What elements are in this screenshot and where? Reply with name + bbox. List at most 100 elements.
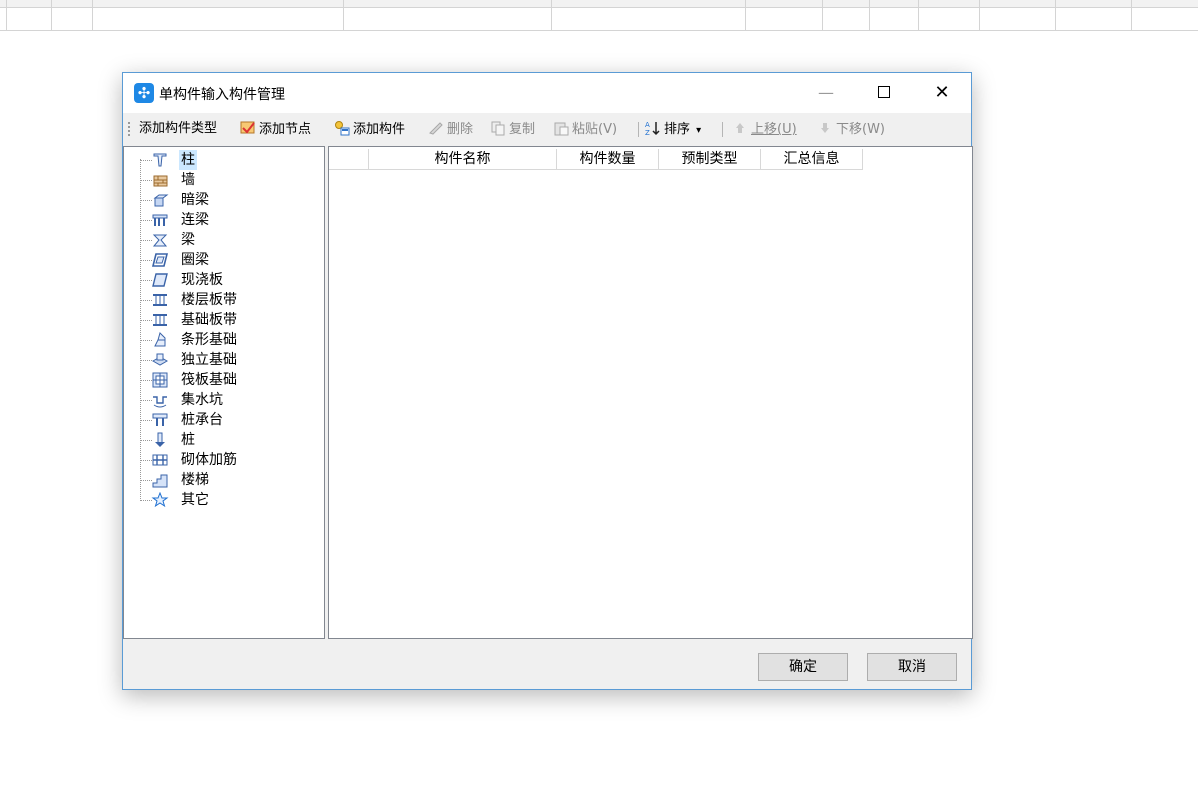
minimize-button[interactable]: — [803,73,849,113]
tree-connector [140,440,152,441]
sheet-gridline [979,0,980,30]
tree-item-label: 现浇板 [181,272,223,288]
move-up-label: 上移(U) [751,122,797,137]
tree-connector [140,340,152,341]
stair-icon [151,472,169,488]
paste-icon [553,120,569,136]
tree-connector [140,500,152,501]
cast-slab-icon [151,272,169,288]
copy-label: 复制 [509,122,536,137]
wall-icon [151,172,169,188]
add-component-icon [334,120,350,136]
sheet-row [0,8,1198,31]
add-component-button[interactable]: 添加构件 [334,120,405,138]
tree-item-label: 圈梁 [181,252,209,268]
tree-connector [140,159,141,499]
tree-item-label: 独立基础 [181,352,237,368]
tree-connector [140,260,152,261]
tree-item-label: 筏板基础 [181,372,237,388]
sort-button[interactable]: AZ 排序 ▾ [645,120,701,138]
arrow-up-icon [732,120,748,136]
add-component-label: 添加构件 [353,122,406,137]
copy-button[interactable]: 复制 [490,120,535,138]
tree-item-label: 桩承台 [181,412,223,428]
svg-text:Z: Z [645,129,650,136]
sheet-gridline [92,0,93,30]
add-node-label: 添加节点 [259,122,312,137]
toolbar-separator [722,122,723,137]
component-type-tree[interactable]: 柱墙暗梁 连梁梁圈梁 现浇板 楼层板带 基础板带 条形基础 独立基础 筏板基础 集水坑 桩承台桩砌… [123,146,325,639]
column-header-summary[interactable]: 汇总信息 [761,149,863,170]
tree-item-label: 基础板带 [181,312,237,328]
add-type-button[interactable]: 添加构件类型 [139,120,217,138]
paste-button[interactable]: 粘贴(V) [553,120,617,138]
ok-button[interactable]: 确定 [758,653,848,681]
raft-foundation-icon [151,372,169,388]
tree-item-label: 其它 [181,492,209,508]
sheet-gridline [343,0,344,30]
sump-pit-icon [151,392,169,408]
component-table[interactable]: 构件名称 构件数量 预制类型 汇总信息 [328,146,973,639]
component-manager-dialog: ✣ 单构件输入构件管理 — ✕ 添加构件类型 添加节点 添加构件 删除 复制 粘… [122,72,973,690]
tree-item-label: 砌体加筋 [181,452,237,468]
foundation-strip-icon [151,312,169,328]
tree-item-label: 集水坑 [181,392,223,408]
tree-item-label: 墙 [181,172,195,188]
tree-item-label: 楼梯 [181,472,209,488]
column-icon [151,152,169,168]
coupling-beam-icon [151,212,169,228]
tree-connector [140,180,152,181]
tree-connector [140,300,152,301]
floor-strip-icon [151,292,169,308]
toolbar-grip[interactable] [128,122,132,136]
column-header-count[interactable]: 构件数量 [557,149,659,170]
pile-icon [151,432,169,448]
tree-connector [140,220,152,221]
tree-item-label: 楼层板带 [181,292,237,308]
sheet-gridline [869,0,870,30]
column-header-prefab-type[interactable]: 预制类型 [659,149,761,170]
pile-cap-icon [151,412,169,428]
toolbar-separator [638,122,639,137]
sheet-gridline [1131,0,1132,30]
sort-az-icon: AZ [645,120,661,137]
sheet-gridline [822,0,823,30]
delete-button[interactable]: 删除 [428,120,473,138]
maximize-button[interactable] [861,73,907,113]
row-header-column [329,149,369,170]
arrow-down-icon [817,120,833,136]
hidden-beam-icon [151,192,169,208]
sort-label: 排序 [664,122,691,137]
tree-connector [140,380,152,381]
tree-connector [140,420,152,421]
strip-foundation-icon [151,332,169,348]
tree-connector [140,240,152,241]
tree-item-label: 条形基础 [181,332,237,348]
tree-item-label: 桩 [181,432,195,448]
column-header-name[interactable]: 构件名称 [369,149,557,170]
maximize-icon [878,86,890,98]
close-button[interactable]: ✕ [919,73,965,113]
delete-label: 删除 [447,122,474,137]
toolbar: 添加构件类型 添加节点 添加构件 删除 复制 粘贴(V) A Z 排序 ▾ 上移… [123,115,971,143]
sheet-gridline [551,0,552,30]
cancel-button[interactable]: 取消 [867,653,957,681]
window-title: 单构件输入构件管理 [159,87,285,103]
svg-text:A: A [645,121,650,129]
tree-connector [140,160,152,161]
sheet-header-row [0,0,1198,8]
sheet-gridline [745,0,746,30]
move-down-button[interactable]: 下移(W) [817,120,885,138]
isolated-foundation-icon [151,352,169,368]
add-node-button[interactable]: 添加节点 [240,120,311,138]
eraser-icon [428,120,444,136]
sheet-gridline [918,0,919,30]
app-icon: ✣ [134,83,154,103]
title-bar[interactable]: ✣ 单构件输入构件管理 — ✕ [123,73,971,113]
tree-item-label: 暗梁 [181,192,209,208]
move-up-button[interactable]: 上移(U) [732,120,797,138]
tree-connector [140,280,152,281]
ring-beam-icon [151,252,169,268]
move-down-label: 下移(W) [836,122,885,137]
tree-connector [140,460,152,461]
